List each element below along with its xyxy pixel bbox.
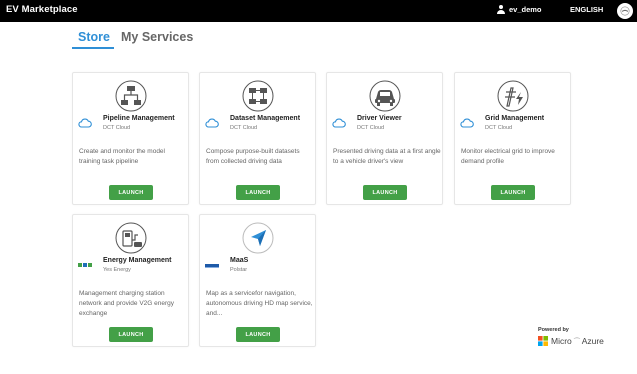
launch-button[interactable]: LAUNCH (236, 185, 280, 200)
cloud-icon (205, 118, 219, 128)
card-description: Monitor electrical grid to improve deman… (461, 148, 555, 165)
card-title: MaaS (230, 257, 249, 264)
card-title: Dataset Management (230, 115, 301, 122)
card-provider: DCT Cloud (357, 125, 385, 131)
card-title: Driver Viewer (357, 115, 402, 122)
card-provider: Polstar (230, 267, 248, 273)
card-provider: Yes Energy (103, 267, 131, 273)
card-description: Presented driving data at a first angle … (333, 148, 441, 165)
launch-button[interactable]: LAUNCH (109, 327, 153, 342)
microsoft-logo-icon (538, 336, 548, 346)
cloud-icon (78, 118, 92, 128)
navigation-icon (242, 222, 274, 254)
username: ev_demo (509, 5, 542, 14)
powered-by-label: Powered by (538, 327, 569, 333)
launch-button[interactable]: LAUNCH (236, 327, 280, 342)
cloud-icon (460, 118, 474, 128)
card-description: Management charging station network and … (79, 290, 175, 317)
service-card-maas: MaaS Polstar Map as a servicefor navigat… (199, 214, 316, 347)
dataset-icon (242, 80, 274, 112)
car-icon (369, 80, 401, 112)
app-title: EV Marketplace (6, 4, 78, 15)
microsoft-azure-text: Micro ⁀ Azure (551, 336, 604, 346)
azure-text: Azure (581, 336, 604, 346)
launch-button[interactable]: LAUNCH (491, 185, 535, 200)
top-bar: EV Marketplace ev_demo ENGLISH (0, 0, 637, 22)
tab-my-services[interactable]: My Services (121, 30, 193, 44)
service-card-energy: Energy Management Yes Energy Management … (72, 214, 189, 347)
card-description: Map as a servicefor navigation, autonomo… (206, 290, 313, 317)
avatar[interactable] (617, 3, 633, 19)
user-icon (497, 5, 505, 14)
card-title: Pipeline Management (103, 115, 175, 122)
card-description: Create and monitor the model training ta… (79, 148, 165, 165)
yes-energy-logo (78, 263, 92, 267)
tab-store[interactable]: Store (72, 30, 114, 49)
avatar-logo-icon (620, 6, 630, 16)
brand-text: Micro (551, 336, 572, 346)
card-description: Compose purpose-built datasets from coll… (206, 148, 300, 165)
card-provider: DCT Cloud (103, 125, 131, 131)
language-selector[interactable]: ENGLISH (570, 5, 603, 14)
card-provider: DCT Cloud (485, 125, 513, 131)
service-card-driver-viewer: Driver Viewer DCT Cloud Presented drivin… (326, 72, 443, 205)
energy-icon (115, 222, 147, 254)
service-card-grid: Grid Management DCT Cloud Monitor electr… (454, 72, 571, 205)
card-title: Energy Management (103, 257, 172, 264)
polstar-logo (205, 264, 219, 268)
pipeline-icon (115, 80, 147, 112)
azure-cloud-icon: ⁀ (574, 339, 580, 346)
grid-icon (497, 80, 529, 112)
service-card-pipeline: Pipeline Management DCT Cloud Create and… (72, 72, 189, 205)
cloud-icon (332, 118, 346, 128)
launch-button[interactable]: LAUNCH (363, 185, 407, 200)
card-provider: DCT Cloud (230, 125, 258, 131)
service-card-dataset: Dataset Management DCT Cloud Compose pur… (199, 72, 316, 205)
launch-button[interactable]: LAUNCH (109, 185, 153, 200)
user-menu[interactable]: ev_demo (497, 5, 542, 14)
card-title: Grid Management (485, 115, 545, 122)
